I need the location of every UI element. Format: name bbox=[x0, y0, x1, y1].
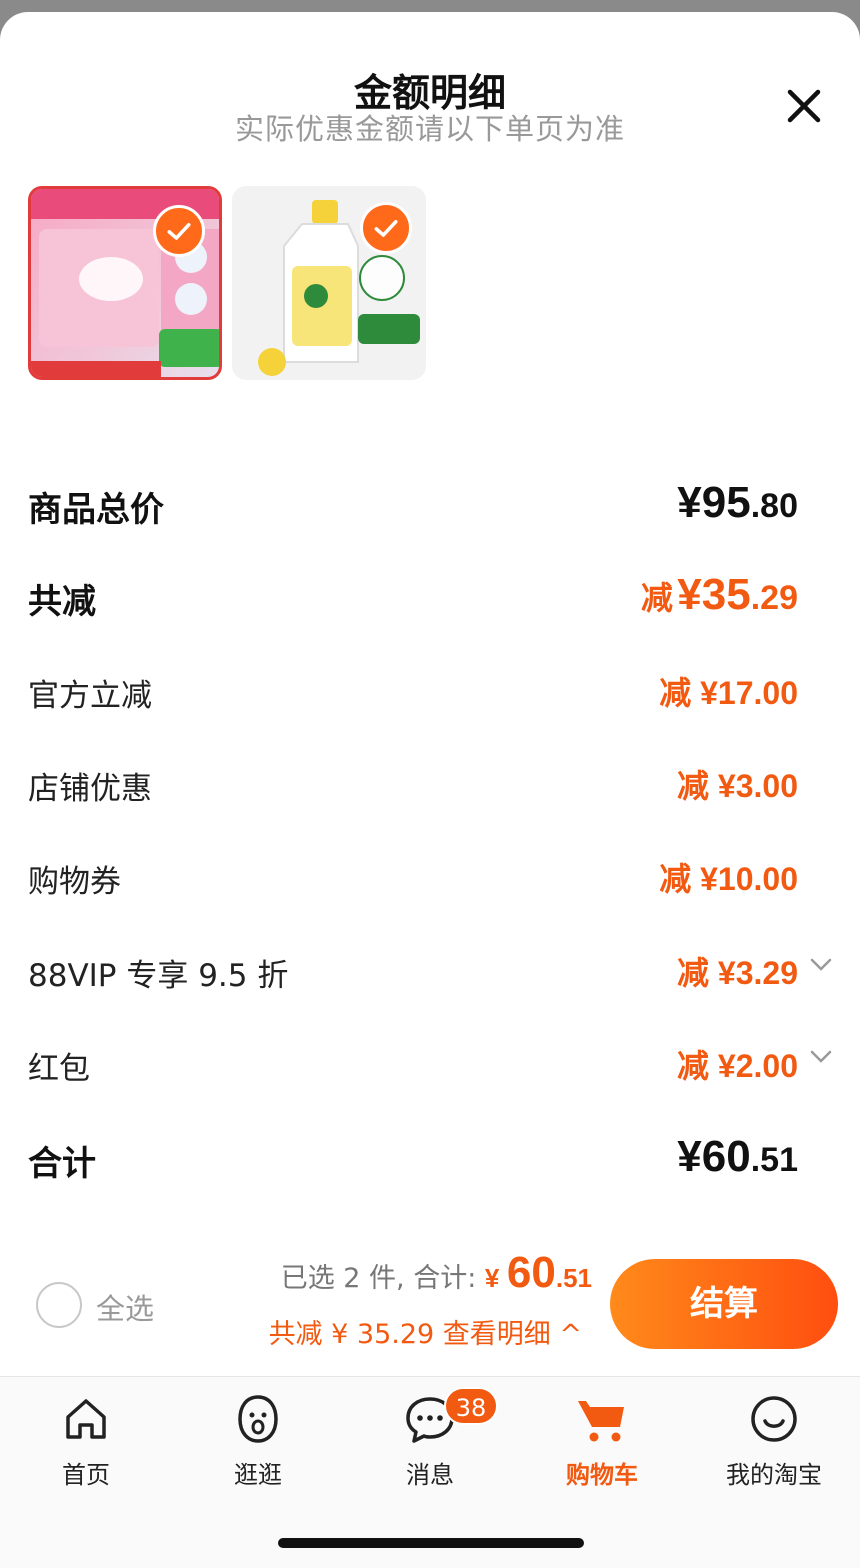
total-price-row: 商品总价 ¥95.80 bbox=[28, 474, 798, 534]
selected-total-amount: ¥ 60.51 bbox=[484, 1248, 592, 1297]
explore-icon bbox=[238, 1395, 278, 1443]
message-count-badge: 38 bbox=[444, 1387, 498, 1425]
selected-summary-text: 已选 2 件, 合计: bbox=[280, 1263, 477, 1294]
tab-messages-label: 消息 bbox=[406, 1461, 454, 1489]
voucher-discount-label: 购物券 bbox=[28, 864, 121, 900]
redpacket-discount-value: 减 ¥2.00 bbox=[677, 1048, 798, 1084]
grand-total-value: ¥60.51 bbox=[677, 1132, 798, 1181]
tab-profile-label: 我的淘宝 bbox=[726, 1461, 822, 1489]
sheet-subtitle: 实际优惠金额请以下单页为准 bbox=[234, 112, 625, 146]
store-discount-value: 减 ¥3.00 bbox=[677, 768, 798, 804]
store-discount-label: 店铺优惠 bbox=[28, 771, 152, 807]
total-discount-value: 减 ¥35.29 bbox=[640, 570, 798, 619]
voucher-discount-row: 购物券 减 ¥10.00 bbox=[28, 848, 798, 908]
voucher-discount-value: 减 ¥10.00 bbox=[659, 861, 798, 897]
tab-explore-label: 逛逛 bbox=[234, 1461, 282, 1489]
select-all-label[interactable]: 全选 bbox=[96, 1286, 154, 1328]
vip-discount-row[interactable]: 88VIP 专享 9.5 折 减 ¥3.29 bbox=[28, 942, 798, 1002]
store-discount-row: 店铺优惠 减 ¥3.00 bbox=[28, 755, 798, 815]
total-price-label: 商品总价 bbox=[28, 490, 164, 530]
official-discount-value: 减 ¥17.00 bbox=[659, 675, 798, 711]
total-price-value: ¥95.80 bbox=[677, 478, 798, 527]
official-discount-label: 官方立减 bbox=[28, 678, 152, 714]
vip-discount-label: 88VIP 专享 9.5 折 bbox=[28, 958, 289, 994]
home-icon bbox=[66, 1399, 106, 1439]
official-discount-row: 官方立减 减 ¥17.00 bbox=[28, 662, 798, 722]
tab-explore[interactable]: 逛逛 bbox=[172, 1391, 344, 1501]
chevron-down-icon[interactable] bbox=[806, 1042, 836, 1072]
total-discount-label: 共减 bbox=[28, 582, 96, 622]
tab-home-label: 首页 bbox=[62, 1461, 110, 1489]
vip-discount-value: 减 ¥3.29 bbox=[677, 955, 798, 991]
product-thumbnail-dettol[interactable] bbox=[232, 186, 426, 380]
profile-icon bbox=[751, 1396, 797, 1442]
grand-total-label: 合计 bbox=[28, 1144, 96, 1184]
cart-icon bbox=[578, 1401, 624, 1442]
chevron-down-icon[interactable] bbox=[806, 950, 836, 980]
redpacket-discount-row[interactable]: 红包 减 ¥2.00 bbox=[28, 1035, 798, 1095]
select-all-radio[interactable] bbox=[36, 1282, 82, 1328]
home-indicator[interactable] bbox=[278, 1538, 584, 1548]
tab-messages[interactable]: 38 消息 bbox=[344, 1387, 516, 1501]
product-selected-check-icon[interactable] bbox=[360, 202, 412, 254]
tab-cart[interactable]: 购物车 bbox=[516, 1391, 688, 1501]
product-selected-check-icon[interactable] bbox=[153, 205, 205, 257]
tab-profile[interactable]: 我的淘宝 bbox=[688, 1391, 860, 1501]
checkout-button[interactable]: 结算 bbox=[610, 1259, 838, 1349]
redpacket-discount-label: 红包 bbox=[28, 1051, 90, 1087]
total-discount-row: 共减 减 ¥35.29 bbox=[28, 566, 798, 626]
view-detail-link[interactable]: 共减 ¥ 35.29 查看明细 ^ bbox=[269, 1312, 582, 1351]
grand-total-row: 合计 ¥60.51 bbox=[28, 1128, 798, 1188]
product-thumbnail-pads[interactable] bbox=[28, 186, 222, 380]
tab-cart-label: 购物车 bbox=[566, 1461, 638, 1489]
tab-home[interactable]: 首页 bbox=[0, 1391, 172, 1501]
close-icon[interactable] bbox=[780, 82, 828, 130]
selected-summary: 已选 2 件, 合计: ¥ 60.51 bbox=[281, 1248, 592, 1298]
